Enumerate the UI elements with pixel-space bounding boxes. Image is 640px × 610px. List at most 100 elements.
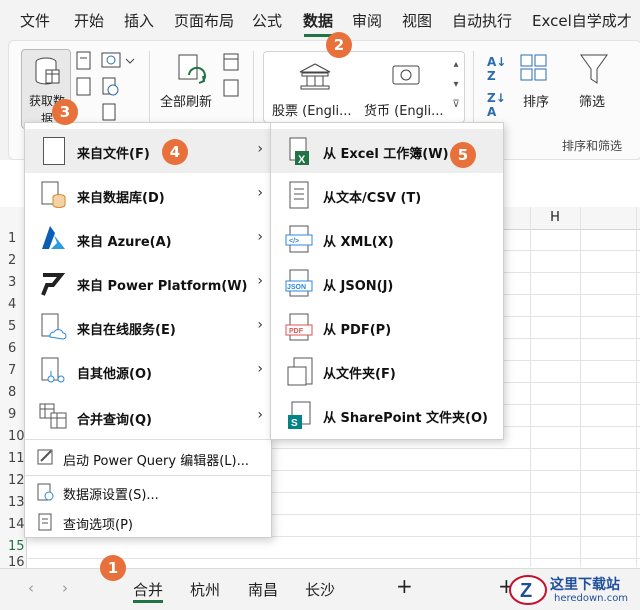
sheet-tab-changsha[interactable]: 长沙: [305, 579, 335, 600]
refresh-all-label[interactable]: 全部刷新: [160, 91, 212, 110]
sharepoint-icon: S: [288, 401, 311, 429]
tab-view[interactable]: 视图: [402, 10, 432, 31]
tab-page-layout[interactable]: 页面布局: [174, 10, 234, 31]
column-header-h[interactable]: H: [530, 207, 580, 229]
folder-file-icon: [287, 357, 313, 386]
chevron-right-icon: ›: [257, 185, 263, 201]
step-badge-3: 3: [52, 99, 78, 125]
get-data-menu: 来自文件(F) › 来自数据库(D) › 来自 Azure(A) › 来自 Po…: [24, 122, 272, 538]
queries-connections-icon[interactable]: [223, 53, 241, 73]
submenu-item-label: 从文件夹(F): [323, 367, 396, 382]
submenu-item-from-text-csv[interactable]: 从文本/CSV (T): [271, 173, 503, 217]
chevron-right-icon: ›: [257, 273, 263, 289]
azure-icon: [42, 226, 65, 249]
submenu-item-from-json[interactable]: JSON 从 JSON(J): [271, 261, 503, 305]
tab-insert[interactable]: 插入: [124, 10, 154, 31]
menu-item-combine-queries[interactable]: 合并查询(Q) ›: [25, 395, 271, 439]
sheet-tab-merge[interactable]: 合并: [133, 579, 164, 603]
combine-queries-icon: [39, 403, 67, 429]
svg-text:PDF: PDF: [289, 328, 304, 335]
menu-item-label: 来自在线服务(E): [77, 323, 176, 338]
menu-item-from-other-sources[interactable]: 自其他源(O) ›: [25, 349, 271, 393]
menu-item-label: 数据源设置(S)...: [63, 488, 159, 503]
menu-item-from-file[interactable]: 来自文件(F) ›: [25, 129, 271, 173]
menu-item-label: 合并查询(Q): [77, 413, 152, 428]
menu-divider: [25, 475, 271, 476]
submenu-item-label: 从 JSON(J): [323, 279, 394, 294]
step-badge-5: 5: [450, 142, 476, 168]
stocks-icon: [299, 63, 331, 90]
filter-icon[interactable]: [579, 53, 609, 87]
tab-automate[interactable]: 自动执行: [452, 10, 512, 31]
submenu-item-label: 从文本/CSV (T): [323, 191, 422, 206]
menu-item-from-online-services[interactable]: 来自在线服务(E) ›: [25, 305, 271, 349]
from-file-submenu: X 从 Excel 工作簿(W) 从文本/CSV (T) </> 从 XML(X…: [270, 122, 504, 440]
sort-az-button[interactable]: A↓ Z: [487, 55, 506, 83]
sheet-tab-hangzhou[interactable]: 杭州: [190, 579, 220, 600]
filter-button[interactable]: 筛选: [579, 91, 605, 110]
tab-custom[interactable]: Excel自学成才: [532, 10, 632, 31]
sort-filter-group-label: 排序和筛选: [562, 139, 623, 153]
submenu-item-label: 从 Excel 工作簿(W): [323, 147, 449, 162]
watermark-logo-icon: Z: [509, 575, 547, 605]
menu-item-query-options[interactable]: 查询选项(P): [25, 507, 271, 537]
svg-text:X: X: [298, 154, 306, 166]
excel-file-icon: X: [289, 137, 309, 166]
recent-sources-icon[interactable]: [101, 77, 119, 97]
query-options-icon: [38, 513, 52, 531]
menu-bar: 文件 开始 插入 页面布局 公式 数据 审阅 视图 自动执行 Excel自学成才: [0, 0, 640, 38]
svg-text:S: S: [291, 418, 298, 429]
menu-item-label: 来自 Azure(A): [77, 235, 172, 250]
submenu-item-from-pdf[interactable]: PDF 从 PDF(P): [271, 305, 503, 349]
sort-za-button[interactable]: Z↓ A: [487, 91, 506, 119]
existing-connections-icon[interactable]: [101, 103, 119, 123]
chevron-right-icon: ›: [257, 361, 263, 377]
step-badge-2: 2: [326, 32, 352, 58]
sheet-nav-prev[interactable]: ‹: [28, 579, 34, 597]
tab-file[interactable]: 文件: [20, 10, 50, 31]
menu-item-label: 来自文件(F): [77, 147, 150, 162]
from-web-icon[interactable]: [101, 51, 135, 71]
database-icon: [35, 57, 60, 85]
submenu-item-from-xml[interactable]: </> 从 XML(X): [271, 217, 503, 261]
tab-home[interactable]: 开始: [74, 10, 104, 31]
menu-item-label: 启动 Power Query 编辑器(L)...: [63, 454, 249, 469]
currency-button[interactable]: 货币 (Engli...: [364, 100, 444, 119]
menu-item-from-power-platform[interactable]: 来自 Power Platform(W) ›: [25, 261, 271, 305]
watermark-url: heredown.com: [554, 593, 629, 604]
gallery-scroll[interactable]: ▴ ▾ ⊽: [449, 55, 463, 117]
submenu-item-from-folder[interactable]: 从文件夹(F): [271, 349, 503, 393]
refresh-all-icon[interactable]: [175, 53, 209, 89]
tab-formulas[interactable]: 公式: [252, 10, 282, 31]
chevron-right-icon: ›: [257, 407, 263, 423]
from-text-icon[interactable]: [75, 51, 93, 71]
text-csv-file-icon: [289, 181, 309, 209]
menu-item-data-source-settings[interactable]: 数据源设置(S)...: [25, 477, 271, 507]
sort-icon[interactable]: [519, 53, 549, 83]
menu-item-from-database[interactable]: 来自数据库(D) ›: [25, 173, 271, 217]
gridline: [530, 207, 531, 567]
row-number[interactable]: 15: [0, 539, 34, 554]
submenu-item-label: 从 XML(X): [323, 235, 394, 250]
menu-item-label: 来自数据库(D): [77, 191, 165, 206]
menu-item-launch-power-query[interactable]: 启动 Power Query 编辑器(L)...: [25, 443, 271, 473]
step-badge-1: 1: [100, 555, 126, 581]
submenu-item-from-sharepoint-folder[interactable]: S 从 SharePoint 文件夹(O): [271, 393, 503, 437]
add-sheet-button[interactable]: +: [396, 574, 413, 598]
tab-data[interactable]: 数据: [303, 10, 333, 31]
sort-button[interactable]: 排序: [523, 91, 549, 110]
data-types-gallery: 股票 (Engli... 货币 (Engli...: [263, 51, 465, 123]
power-platform-icon: [41, 273, 66, 296]
from-table-icon[interactable]: [75, 77, 93, 97]
properties-icon[interactable]: [223, 79, 241, 99]
stocks-button[interactable]: 股票 (Engli...: [272, 100, 352, 119]
menu-item-label: 来自 Power Platform(W): [77, 279, 248, 294]
watermark-title: 这里下载站: [550, 577, 620, 593]
sheet-nav-next[interactable]: ›: [62, 579, 68, 597]
sheet-tab-nanchang[interactable]: 南昌: [248, 579, 278, 600]
file-icon: [43, 137, 65, 165]
tab-review[interactable]: 审阅: [352, 10, 382, 31]
pdf-file-icon: PDF: [285, 313, 313, 341]
cloud-file-icon: [41, 313, 67, 340]
menu-item-from-azure[interactable]: 来自 Azure(A) ›: [25, 217, 271, 261]
